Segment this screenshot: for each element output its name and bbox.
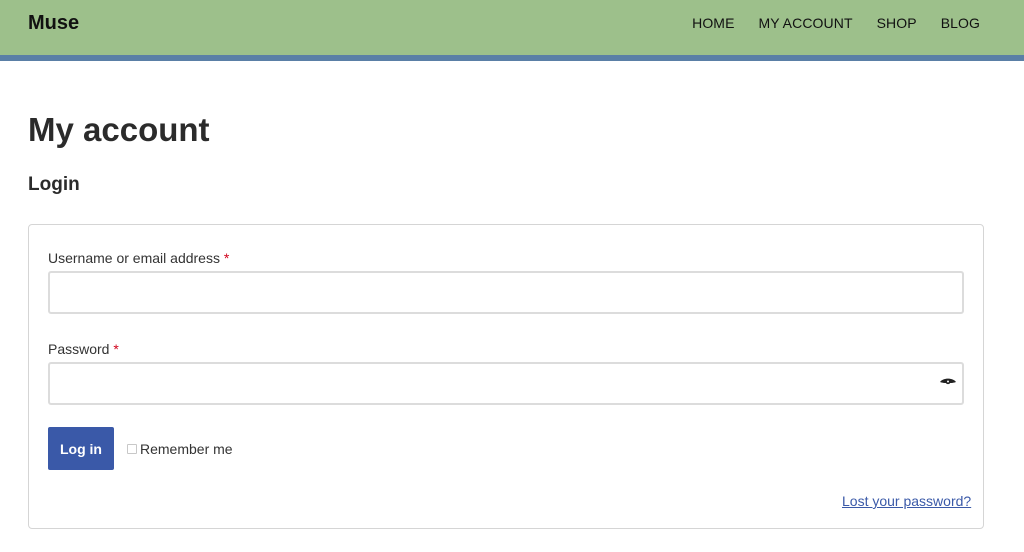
nav-shop-link[interactable]: SHOP [877,15,917,31]
password-required-marker: * [113,341,119,357]
login-form: Username or email address * Password * L… [28,224,984,529]
remember-me-checkbox[interactable] [127,444,137,454]
username-label-text: Username or email address [48,250,220,266]
remember-me-option[interactable]: Remember me [127,441,233,457]
username-required-marker: * [223,250,230,266]
main-navigation: HOME MY ACCOUNT SHOP BLOG [692,15,980,31]
password-input[interactable] [48,362,964,405]
nav-blog-link[interactable]: BLOG [941,15,980,31]
login-section-title: Login [28,174,80,195]
site-header: Muse HOME MY ACCOUNT SHOP BLOG [0,0,1024,55]
show-password-button[interactable] [939,376,957,388]
nav-my-account-link[interactable]: MY ACCOUNT [759,15,853,31]
log-in-button[interactable]: Log in [48,427,114,470]
username-label: Username or email address * [48,250,229,266]
nav-home-link[interactable]: HOME [692,15,734,31]
eye-icon [940,378,956,385]
password-label: Password * [48,341,119,357]
lost-password-link[interactable]: Lost your password? [842,493,971,509]
page-title: My account [28,111,210,148]
site-title-link[interactable]: Muse [28,11,79,35]
username-input[interactable] [48,271,964,314]
header-divider-stripe [0,55,1024,61]
password-label-text: Password [48,341,110,357]
remember-me-label: Remember me [140,441,233,457]
